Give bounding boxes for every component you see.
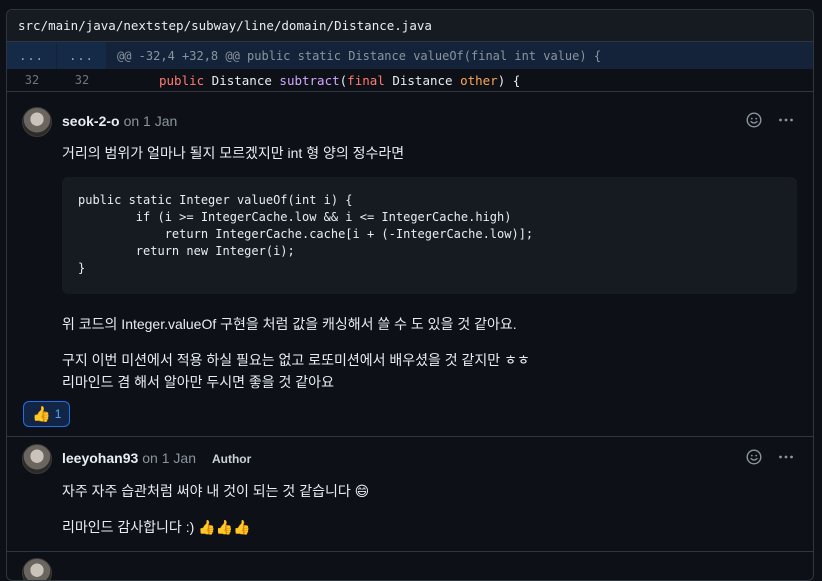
thumbs-up-reaction-button[interactable]: 👍 1 bbox=[23, 401, 71, 427]
author-link[interactable]: seok-2-o bbox=[62, 113, 120, 129]
timestamp-link[interactable]: on 1 Jan bbox=[124, 113, 178, 129]
timestamp-link[interactable]: on 1 Jan bbox=[142, 450, 196, 466]
code-line-content: public Distance subtract(final Distance … bbox=[159, 72, 521, 88]
comment-divider bbox=[7, 436, 813, 437]
comment-paragraph: 리마인드 감사합니다 :) 👍👍👍 bbox=[62, 519, 251, 535]
file-path[interactable]: src/main/java/nextstep/subway/line/domai… bbox=[7, 10, 813, 42]
comment-paragraph: 자주 자주 습관처럼 써야 내 것이 되는 것 같습니다 😄 bbox=[62, 483, 370, 499]
comment-paragraph: 거리의 범위가 얼마나 될지 모르겠지만 int 형 양의 정수라면 bbox=[62, 145, 405, 161]
avatar[interactable] bbox=[22, 107, 52, 137]
comment-paragraph: 구지 이번 미션에서 적용 하실 필요는 없고 로또미션에서 배우셨을 것 같지… bbox=[62, 352, 530, 368]
file-path-text: src/main/java/nextstep/subway/line/domai… bbox=[18, 18, 432, 33]
diff-code-line: 32 32 public Distance subtract(final Dis… bbox=[7, 69, 813, 92]
hunk-header-row: ... ... @@ -32,4 +32,8 @@ public static … bbox=[7, 42, 813, 69]
comment-actions bbox=[745, 448, 795, 466]
comment-paragraph: 리마인드 겸 해서 알아만 두시면 좋을 것 같아요 bbox=[62, 374, 334, 390]
expand-left-button[interactable]: ... bbox=[7, 42, 56, 69]
author-badge: Author bbox=[211, 452, 252, 466]
comment-header: leeyohan93 on 1 Jan Author bbox=[62, 450, 251, 466]
comment-actions bbox=[745, 111, 795, 129]
smiley-icon[interactable] bbox=[745, 111, 763, 129]
avatar[interactable] bbox=[22, 444, 52, 474]
right-line-number[interactable]: 32 bbox=[57, 73, 107, 87]
comment-paragraph: 위 코드의 Integer.valueOf 구현을 처럼 값을 캐싱해서 쓸 수… bbox=[62, 316, 517, 332]
thumbs-up-icon: 👍 bbox=[32, 406, 51, 423]
left-line-number[interactable]: 32 bbox=[7, 73, 57, 87]
code-block: public static Integer valueOf(int i) { i… bbox=[62, 177, 797, 294]
kebab-horizontal-icon[interactable] bbox=[777, 448, 795, 466]
expand-right-button[interactable]: ... bbox=[57, 42, 106, 69]
comment-header: seok-2-o on 1 Jan bbox=[62, 113, 177, 129]
comment-divider bbox=[7, 551, 813, 552]
review-thread: src/main/java/nextstep/subway/line/domai… bbox=[6, 9, 814, 581]
reaction-count: 1 bbox=[54, 407, 62, 421]
author-link[interactable]: leeyohan93 bbox=[62, 450, 138, 466]
avatar[interactable] bbox=[22, 558, 52, 580]
hunk-header-text: @@ -32,4 +32,8 @@ public static Distance… bbox=[117, 48, 602, 63]
kebab-horizontal-icon[interactable] bbox=[777, 111, 795, 129]
smiley-icon[interactable] bbox=[745, 448, 763, 466]
